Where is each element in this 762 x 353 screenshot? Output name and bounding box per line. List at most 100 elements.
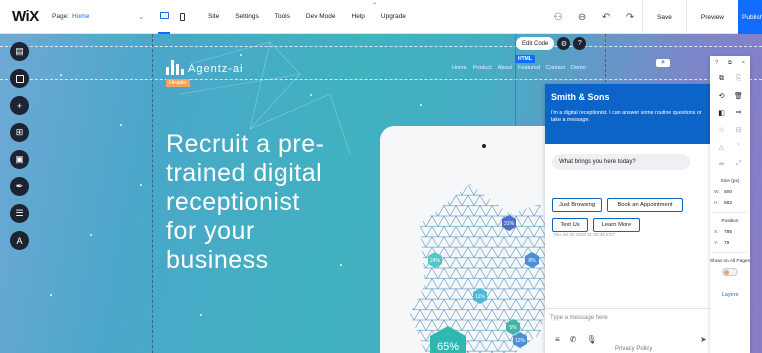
arrange-icon[interactable]: ◧ <box>713 109 730 117</box>
menu-help[interactable]: Help <box>344 13 373 20</box>
layers-button[interactable]: Layers <box>710 292 750 298</box>
nav-featured[interactable]: Featured <box>518 65 540 71</box>
menu-settings[interactable]: Settings <box>227 13 267 20</box>
panel-top-controls: ? ⧉ × <box>710 56 750 70</box>
nav-contact[interactable]: Contact <box>546 65 565 71</box>
nav-demo[interactable]: Demo <box>571 65 586 71</box>
copy-icon[interactable]: ⧉ <box>713 75 730 83</box>
panel-pin-icon[interactable]: ⧉ <box>728 60 732 67</box>
settings-icon[interactable]: ⚙ <box>557 37 571 50</box>
microphone-icon[interactable]: 🎙 <box>586 335 596 344</box>
menu-tools[interactable]: Tools <box>267 13 298 20</box>
chevron-down-icon[interactable]: ⌄ <box>138 12 148 21</box>
duplicate-icon[interactable]: ⟲ <box>713 92 730 100</box>
hero-line: business <box>166 246 269 274</box>
zoom-icon[interactable]: ⊖ <box>570 0 594 34</box>
pen-icon: ✒ <box>15 181 24 191</box>
option-book-appointment[interactable]: Book an Appointment <box>607 198 683 212</box>
page-selector[interactable]: Page: Home <box>52 13 132 20</box>
add-button[interactable]: + <box>10 96 29 115</box>
paste-icon[interactable]: ⎘ <box>730 75 747 83</box>
x-row[interactable]: X: 785 <box>714 230 750 235</box>
distribute-icon[interactable]: ⊹ <box>713 126 730 134</box>
width-value: 500 <box>724 190 733 195</box>
publish-button[interactable]: Publish <box>738 0 762 34</box>
width-row[interactable]: W: 500 <box>714 190 750 195</box>
menu-upgrade[interactable]: Upgrade <box>373 13 414 20</box>
list-icon: ☰ <box>15 208 24 218</box>
hex-label: 31% <box>504 221 515 227</box>
hero-line: trained digital <box>166 159 323 187</box>
undo-icon[interactable]: ↶ <box>594 0 618 34</box>
scale-icon[interactable]: ⤢ <box>730 160 747 168</box>
panel-tool-grid: ⧉ ⎘ ⟲ 🗑 ◧ ⫤ ⊹ ⊟ ◬ ° ⇹ ⤢ <box>710 70 750 173</box>
help-icon[interactable]: ? <box>573 37 587 50</box>
match-size-icon[interactable]: ⊟ <box>730 126 747 134</box>
chat-input-icons: ≡ ✆ 🎙 <box>555 335 597 344</box>
bag-icon: A <box>16 235 23 246</box>
delete-icon[interactable]: 🗑 <box>730 92 747 100</box>
monitor-icon <box>159 12 169 19</box>
collaborators-icon[interactable]: ⚇ <box>546 0 570 34</box>
menu-icon[interactable]: ≡ <box>555 335 560 344</box>
width-key: W: <box>714 190 720 195</box>
hex-label: 12% <box>515 338 526 344</box>
menu-site[interactable]: Site <box>200 13 227 20</box>
business-button[interactable]: ☰ <box>10 204 29 223</box>
height-value: 682 <box>724 201 733 206</box>
editor-canvas[interactable]: ▤ + ⊞ ▣ ✒ ☰ A Agentz-ai Header Edit Code… <box>0 34 762 353</box>
guide-line-top <box>0 46 762 47</box>
store-button[interactable]: A <box>10 231 29 250</box>
nav-home[interactable]: Home <box>452 65 467 71</box>
send-icon[interactable]: ➤ <box>700 335 707 344</box>
save-button[interactable]: Save <box>642 0 686 34</box>
media-button[interactable]: ▣ <box>10 150 29 169</box>
background-button[interactable] <box>10 69 29 88</box>
hex-label-large: 65% <box>437 341 459 353</box>
rotation-degree-icon[interactable]: ° <box>730 143 747 151</box>
panel-close-icon[interactable]: × <box>742 60 745 66</box>
menu-dev-mode[interactable]: Dev Mode <box>298 13 344 20</box>
y-value: 79 <box>724 241 730 246</box>
menus-pages-button[interactable]: ▤ <box>10 42 29 61</box>
page-value: Home <box>72 13 90 20</box>
show-on-all-pages-toggle[interactable] <box>722 268 738 276</box>
html-tag[interactable]: HTML <box>515 55 535 63</box>
hex-label: 11% <box>475 294 485 300</box>
flip-icon[interactable]: ⇹ <box>713 160 730 168</box>
nav-about[interactable]: About <box>498 65 512 71</box>
blog-button[interactable]: ✒ <box>10 177 29 196</box>
app-market-button[interactable]: ⊞ <box>10 123 29 142</box>
collapse-arrow-icon[interactable]: ⌃ <box>372 2 377 9</box>
desktop-view-button[interactable] <box>158 0 170 34</box>
y-row[interactable]: Y: 79 <box>714 241 750 246</box>
redo-icon[interactable]: ↷ <box>618 0 642 34</box>
x-key: X: <box>714 230 719 235</box>
option-learn-more[interactable]: Learn More <box>593 218 640 232</box>
wix-logo[interactable]: WiX <box>12 8 52 25</box>
tablet-camera <box>482 144 486 148</box>
chat-widget[interactable]: Smith & Sons I'm a digital receptionist.… <box>545 84 713 353</box>
edit-code-button[interactable]: Edit Code <box>516 37 555 50</box>
hero-heading[interactable]: Recruit a pre- trained digital reception… <box>166 130 324 275</box>
rotate-icon[interactable]: ◬ <box>713 143 730 151</box>
site-logo[interactable]: Agentz-ai <box>166 60 243 75</box>
privacy-policy-link[interactable]: Privacy Policy <box>615 346 652 352</box>
align-icon[interactable]: ⫤ <box>730 109 747 117</box>
tablet-image[interactable]: 31% 24% 8% 11% 5% 12% 65% <box>380 126 570 353</box>
mobile-view-button[interactable] <box>176 0 188 34</box>
nav-product[interactable]: Product <box>473 65 492 71</box>
height-key: H: <box>714 201 719 206</box>
preview-button[interactable]: Preview <box>685 0 738 34</box>
chat-header: Smith & Sons I'm a digital receptionist.… <box>545 84 713 144</box>
option-text-us[interactable]: Text Us <box>552 218 588 232</box>
height-row[interactable]: H: 682 <box>714 201 750 206</box>
hex-map-graphic: 31% 24% 8% 11% 5% 12% 65% <box>410 184 555 353</box>
chat-message-input[interactable]: Type a message here <box>550 315 608 321</box>
option-just-browsing[interactable]: Just Browsing <box>552 198 602 212</box>
drag-handle-icon[interactable]: ≜ <box>656 59 670 67</box>
phone-call-icon[interactable]: ✆ <box>570 335 577 344</box>
show-on-all-pages-label: Show on All Pages <box>710 259 751 264</box>
header-tag[interactable]: Header <box>166 79 191 87</box>
panel-help-icon[interactable]: ? <box>715 60 718 66</box>
